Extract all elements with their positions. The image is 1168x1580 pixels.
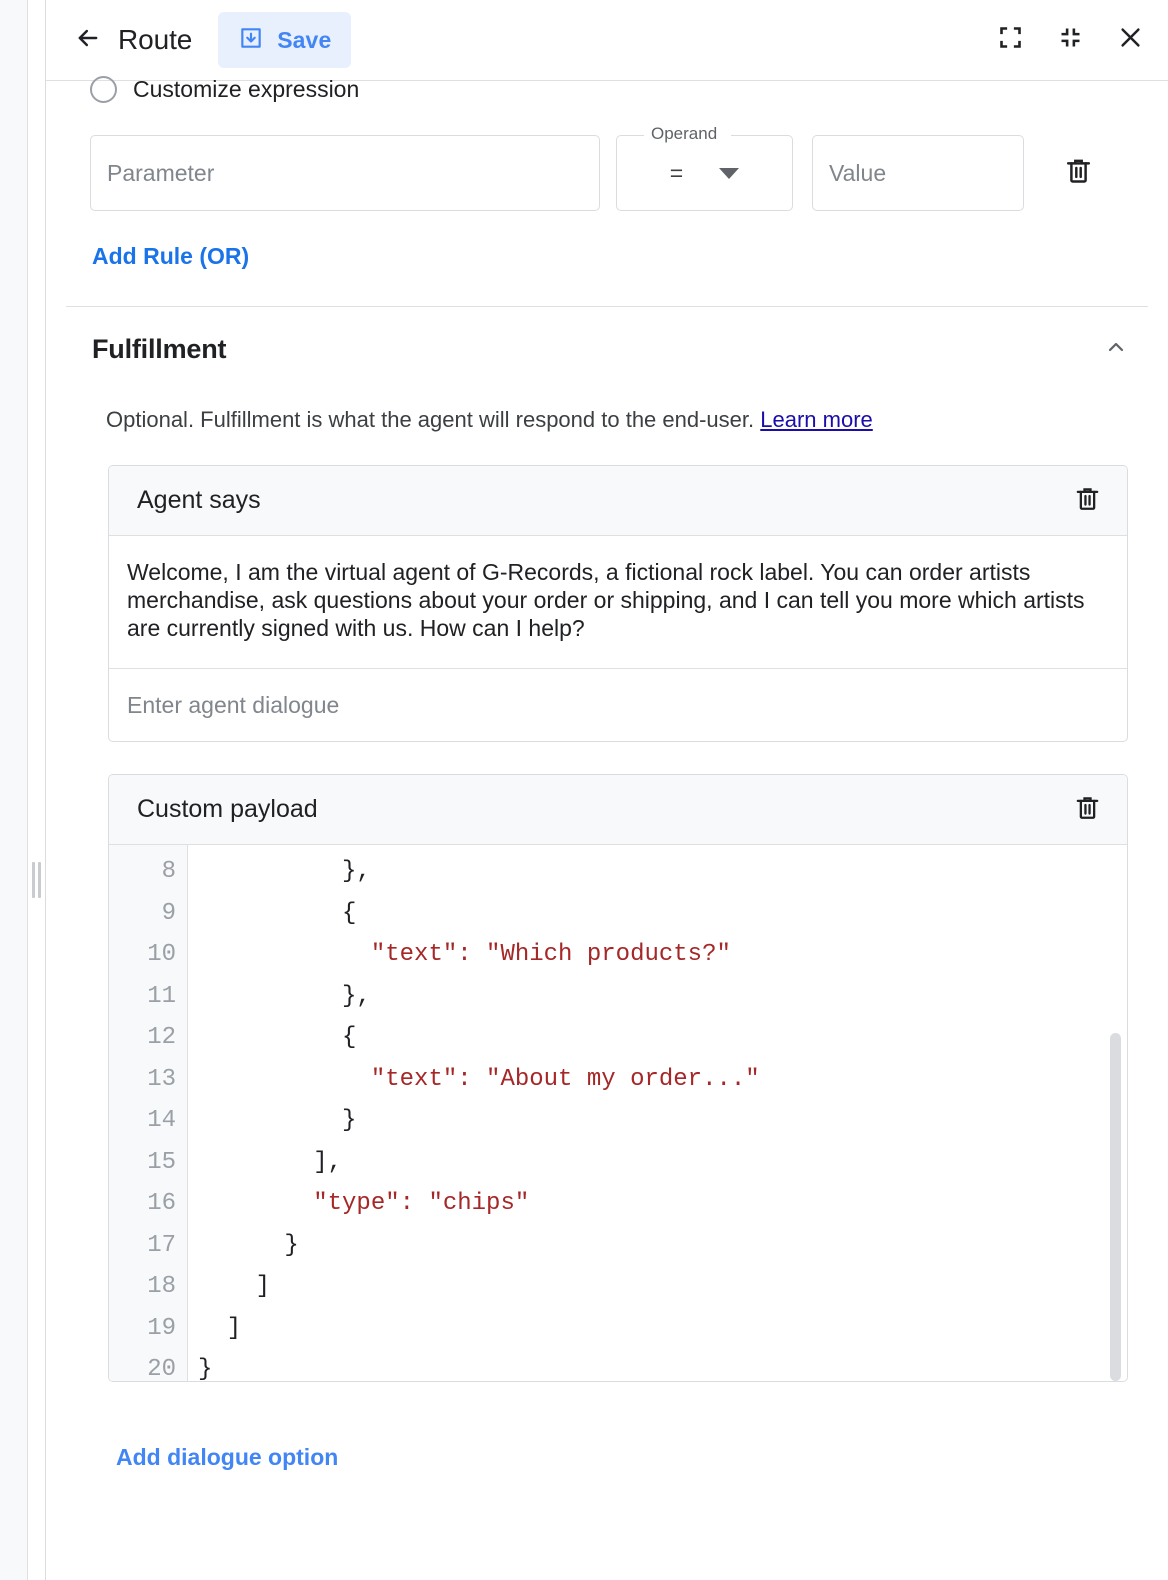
code-line-numbers: 891011121314151617181920 (109, 845, 188, 1381)
code-line-number: 9 (109, 893, 187, 935)
code-line: "text": "About my order..." (188, 1059, 1127, 1101)
delete-agent-says-button[interactable] (1065, 479, 1109, 523)
code-line: ] (188, 1308, 1127, 1350)
chevron-down-icon[interactable] (719, 168, 739, 179)
code-editor-scrollbar[interactable] (1110, 1033, 1121, 1381)
value-input[interactable]: Value (812, 135, 1024, 211)
customize-expression-radio-row[interactable]: Customize expression (66, 69, 1148, 109)
fullscreen-button[interactable] (990, 20, 1030, 60)
fulfillment-header[interactable]: Fulfillment (66, 307, 1148, 391)
code-line-number: 8 (109, 851, 187, 893)
delete-rule-button[interactable] (1054, 135, 1102, 211)
agent-says-title: Agent says (137, 486, 261, 515)
code-string: "type": "chips" (313, 1190, 529, 1217)
add-dialogue-option-button[interactable]: Add dialogue option (116, 1444, 338, 1471)
left-rail-background (0, 0, 27, 1580)
save-button-label: Save (277, 27, 331, 54)
save-download-icon (238, 25, 264, 56)
code-line: }, (188, 976, 1127, 1018)
fulfillment-description-row: Optional. Fulfillment is what the agent … (66, 407, 1148, 433)
trash-icon (1063, 155, 1094, 191)
resize-grip-bar (32, 862, 35, 898)
header-actions (990, 20, 1150, 60)
code-line: ], (188, 1142, 1127, 1184)
fullscreen-expand-icon (997, 24, 1024, 56)
code-line-number: 17 (109, 1225, 187, 1267)
code-line: { (188, 1017, 1127, 1059)
custom-payload-card-header: Custom payload (109, 775, 1127, 845)
custom-payload-card: Custom payload 89101112131 (108, 774, 1128, 1382)
code-line: "text": "Which products?" (188, 934, 1127, 976)
custom-payload-title: Custom payload (137, 795, 318, 824)
arrow-left-icon (74, 24, 102, 57)
learn-more-link[interactable]: Learn more (760, 407, 873, 432)
code-line-number: 12 (109, 1017, 187, 1059)
operand-value-row: = (616, 135, 793, 211)
code-content[interactable]: }, { "text": "Which products?" }, { "tex… (188, 845, 1127, 1381)
route-panel: Route Save (46, 0, 1168, 1580)
close-icon (1117, 24, 1144, 56)
code-string: "text": "About my order..." (371, 1066, 760, 1093)
route-panel-screen: Route Save (0, 0, 1168, 1580)
code-line: } (188, 1100, 1127, 1142)
condition-section: Customize expression Parameter Operand =… (46, 69, 1168, 307)
agent-says-card-header: Agent says (109, 466, 1127, 536)
code-line-number: 16 (109, 1183, 187, 1225)
section-divider (66, 306, 1148, 307)
trash-icon (1073, 793, 1102, 827)
operand-value: = (670, 160, 683, 187)
fulfillment-section: Fulfillment Optional. Fulfillment is wha… (46, 307, 1168, 1471)
code-line: ] (188, 1266, 1127, 1308)
fulfillment-description: Optional. Fulfillment is what the agent … (106, 407, 754, 432)
agent-says-card: Agent says Welcome, I am the virtual (108, 465, 1128, 742)
code-line-number: 10 (109, 934, 187, 976)
code-line-number: 14 (109, 1100, 187, 1142)
code-line-number: 13 (109, 1059, 187, 1101)
trash-icon (1073, 484, 1102, 518)
code-line: } (188, 1225, 1127, 1267)
code-line-number: 20 (109, 1349, 187, 1381)
parameter-input[interactable]: Parameter (90, 135, 600, 211)
page-title: Route (118, 24, 192, 56)
chevron-up-icon (1104, 335, 1128, 364)
code-line-number: 11 (109, 976, 187, 1018)
radio-button-icon[interactable] (90, 76, 117, 103)
close-button[interactable] (1110, 20, 1150, 60)
code-line: "type": "chips" (188, 1183, 1127, 1225)
custom-payload-code-editor[interactable]: 891011121314151617181920 }, { "text": "W… (109, 845, 1127, 1381)
panel-resize-handle[interactable] (29, 862, 43, 898)
add-rule-button[interactable]: Add Rule (OR) (66, 243, 249, 270)
agent-dialogue-input[interactable]: Enter agent dialogue (109, 669, 1127, 741)
agent-dialogue-message[interactable]: Welcome, I am the virtual agent of G-Rec… (109, 536, 1127, 669)
code-line: }, (188, 851, 1127, 893)
customize-expression-label: Customize expression (133, 76, 359, 103)
code-line-number: 15 (109, 1142, 187, 1184)
code-string: "text": "Which products?" (371, 941, 731, 968)
operand-select[interactable]: Operand = (616, 135, 793, 211)
delete-custom-payload-button[interactable] (1065, 788, 1109, 832)
resize-grip-bar (38, 862, 41, 898)
fulfillment-title: Fulfillment (92, 334, 226, 365)
rule-row: Parameter Operand = Value (66, 135, 1148, 211)
fullscreen-collapse-icon (1057, 24, 1084, 56)
back-button[interactable] (66, 18, 110, 62)
code-line: } (188, 1349, 1127, 1381)
code-line-number: 19 (109, 1308, 187, 1350)
save-button[interactable]: Save (218, 12, 351, 68)
code-line-number: 18 (109, 1266, 187, 1308)
collapse-button[interactable] (1050, 20, 1090, 60)
code-line: { (188, 893, 1127, 935)
fulfillment-collapse-button[interactable] (1096, 329, 1136, 369)
panel-gutter (28, 0, 45, 1580)
